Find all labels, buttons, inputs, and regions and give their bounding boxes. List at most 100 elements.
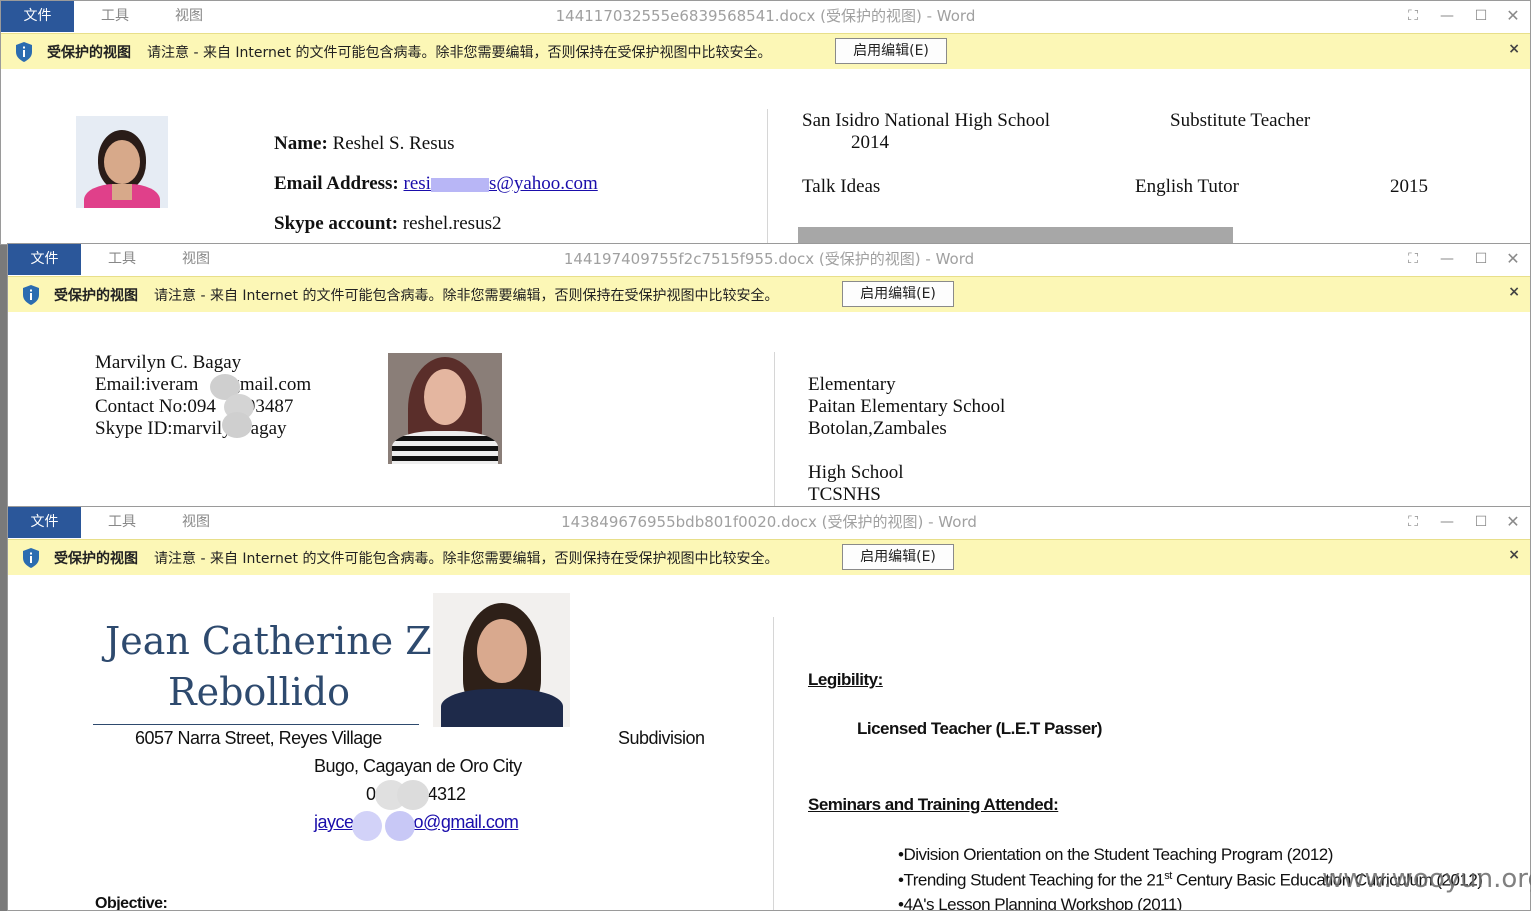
tab-file[interactable]: 文件: [1, 1, 74, 32]
redaction-blur: [222, 412, 252, 438]
tab-tools[interactable]: 工具: [100, 244, 144, 275]
name-heading-line1: Jean Catherine Z.: [105, 619, 444, 663]
heading-rule: [93, 724, 419, 725]
education-school: TCSNHS: [808, 484, 881, 505]
tab-tools[interactable]: 工具: [100, 507, 144, 538]
redaction-blur: [430, 177, 489, 192]
fullscreen-icon[interactable]: ⛶: [1404, 250, 1422, 268]
education-level: High School: [808, 462, 904, 483]
fullscreen-icon[interactable]: ⛶: [1404, 513, 1422, 531]
maximize-icon[interactable]: ☐: [1472, 513, 1490, 531]
infobar-close-icon[interactable]: ×: [1508, 41, 1520, 57]
word-window-3: 143849676955bdb801f0020.docx (受保护的视图) - …: [7, 506, 1531, 911]
protected-view-bar: 受保护的视图 请注意 - 来自 Internet 的文件可能包含病毒。除非您需要…: [8, 539, 1530, 576]
close-icon[interactable]: ✕: [1504, 513, 1522, 531]
protected-view-message: 请注意 - 来自 Internet 的文件可能包含病毒。除非您需要编辑，否则保持…: [147, 45, 772, 61]
education-level: Elementary: [808, 374, 896, 395]
document-area: Jean Catherine Z. Rebollido 6057 Narra S…: [8, 575, 1530, 910]
infobar-close-icon[interactable]: ×: [1508, 547, 1520, 563]
email-line: Email Address: resi s@yahoo.com: [274, 173, 598, 195]
education-school: Paitan Elementary School: [808, 396, 1006, 417]
contact-start: Contact No:094: [95, 396, 216, 417]
shield-icon: [23, 548, 39, 568]
document-area: Marvilyn C. Bagay Email:iveram gmail.com …: [8, 312, 1530, 507]
name-heading-line2: Rebollido: [168, 670, 350, 714]
license-text: Licensed Teacher (L.E.T Passer): [857, 719, 1102, 738]
protected-view-title: 受保护的视图: [54, 288, 138, 304]
education-place: Botolan,Zambales: [808, 418, 947, 439]
fullscreen-icon[interactable]: ⛶: [1404, 7, 1422, 25]
protected-view-message: 请注意 - 来自 Internet 的文件可能包含病毒。除非您需要编辑，否则保持…: [154, 551, 779, 567]
minimize-icon[interactable]: —: [1438, 250, 1456, 268]
close-icon[interactable]: ✕: [1504, 250, 1522, 268]
shield-icon: [23, 285, 39, 305]
page-divider: [773, 617, 774, 910]
tab-view[interactable]: 视图: [174, 244, 218, 275]
profile-photo: [388, 353, 502, 464]
tab-file[interactable]: 文件: [8, 507, 81, 538]
email-start: Email:iveram: [95, 374, 199, 395]
protected-view-message: 请注意 - 来自 Internet 的文件可能包含病毒。除非您需要编辑，否则保持…: [154, 288, 779, 304]
address-line2: Bugo, Cagayan de Oro City: [314, 756, 522, 776]
window-title: 144117032555e6839568541.docx (受保护的视图) - …: [555, 7, 976, 25]
experience-org: San Isidro National High School: [802, 110, 1051, 131]
name-value: Reshel S. Resus: [332, 133, 455, 154]
experience-year: 2014: [851, 132, 889, 153]
phone-end: 4312: [427, 784, 467, 804]
address-line1b: Subdivision: [618, 728, 705, 748]
name-label: Name:: [274, 133, 328, 154]
seminars-heading: Seminars and Training Attended:: [808, 795, 1059, 814]
close-icon[interactable]: ✕: [1504, 7, 1522, 25]
infobar-close-icon[interactable]: ×: [1508, 284, 1520, 300]
enable-editing-button[interactable]: 启用编辑(E): [842, 544, 954, 570]
name-line: Name: Reshel S. Resus: [274, 133, 455, 155]
skype-label: Skype account:: [274, 213, 399, 234]
experience-year: 2015: [1390, 176, 1428, 197]
email-line: Email:iveram gmail.com: [95, 374, 311, 396]
contact-line: Contact No:094 93487: [95, 396, 293, 418]
watermark: www.wooyun.org: [1322, 864, 1531, 894]
page-divider: [767, 109, 768, 244]
enable-editing-button[interactable]: 启用编辑(E): [842, 281, 954, 307]
skype-value: reshel.resus2: [402, 213, 502, 234]
skype-line: Skype account: reshel.resus2: [274, 213, 501, 235]
tab-tools[interactable]: 工具: [93, 1, 137, 32]
email-link[interactable]: jayce o@gmail.com: [314, 812, 519, 833]
tab-view[interactable]: 视图: [167, 1, 211, 32]
tab-file[interactable]: 文件: [8, 244, 81, 275]
window-title: 144197409755f2c7515f955.docx (受保护的视图) - …: [563, 250, 975, 268]
title-bar: 144197409755f2c7515f955.docx (受保护的视图) - …: [8, 244, 1530, 275]
email-link[interactable]: resi s@yahoo.com: [404, 173, 598, 194]
address-line1: 6057 Narra Street, Reyes Village: [135, 728, 382, 748]
experience-role: Substitute Teacher: [1170, 110, 1311, 131]
email-start: jayce: [314, 812, 354, 832]
skype-line: Skype ID:marvilynbagay: [95, 418, 287, 439]
protected-view-bar: 受保护的视图 请注意 - 来自 Internet 的文件可能包含病毒。除非您需要…: [1, 33, 1530, 70]
shield-icon: [16, 42, 32, 62]
enable-editing-button[interactable]: 启用编辑(E): [835, 38, 947, 64]
page-divider: [774, 352, 775, 507]
email-start: resi: [403, 173, 431, 194]
email-end: o@gmail.com: [413, 812, 519, 832]
title-bar: 144117032555e6839568541.docx (受保护的视图) - …: [1, 1, 1530, 32]
email-end: gmail.com: [230, 374, 312, 395]
minimize-icon[interactable]: —: [1438, 513, 1456, 531]
maximize-icon[interactable]: ☐: [1472, 7, 1490, 25]
email-end: s@yahoo.com: [488, 173, 598, 194]
word-window-1: 144117032555e6839568541.docx (受保护的视图) - …: [0, 0, 1531, 245]
protected-view-title: 受保护的视图: [47, 45, 131, 61]
profile-photo: [76, 116, 168, 208]
experience-role: English Tutor: [1135, 176, 1240, 197]
email-label: Email Address:: [274, 173, 399, 194]
protected-view-title: 受保护的视图: [54, 551, 138, 567]
applicant-name: Marvilyn C. Bagay: [95, 352, 242, 373]
redaction-blur: [352, 811, 382, 841]
redaction-blur: [397, 780, 429, 810]
document-area: Name: Reshel S. Resus Email Address: res…: [1, 69, 1530, 244]
maximize-icon[interactable]: ☐: [1472, 250, 1490, 268]
word-window-2: 144197409755f2c7515f955.docx (受保护的视图) - …: [7, 243, 1531, 508]
title-bar: 143849676955bdb801f0020.docx (受保护的视图) - …: [8, 507, 1530, 538]
profile-photo: [433, 593, 570, 727]
tab-view[interactable]: 视图: [174, 507, 218, 538]
minimize-icon[interactable]: —: [1438, 7, 1456, 25]
